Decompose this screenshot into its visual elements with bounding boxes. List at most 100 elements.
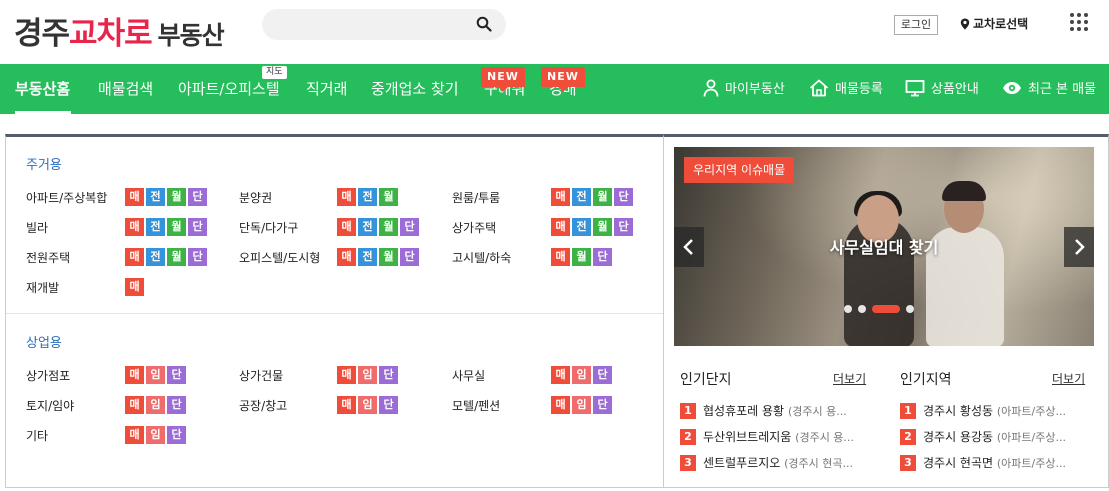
tag-sale[interactable]: 매 (337, 396, 356, 414)
pagination-dot[interactable] (906, 305, 914, 313)
tag-jeonse[interactable]: 전 (358, 218, 377, 236)
tag-lease[interactable]: 임 (572, 366, 591, 384)
tag-sale[interactable]: 매 (125, 366, 144, 384)
nav-product-info[interactable]: 상품안내 (905, 79, 979, 100)
category-commercial-building[interactable]: 상가건물 (239, 367, 283, 384)
category-land[interactable]: 토지/임야 (26, 397, 74, 414)
pagination-dot[interactable] (844, 305, 852, 313)
tag-sale[interactable]: 매 (125, 396, 144, 414)
tag-complex[interactable]: 단 (188, 248, 207, 266)
tag-lease[interactable]: 임 (358, 366, 377, 384)
category-redevelopment[interactable]: 재개발 (26, 279, 59, 296)
tag-sale[interactable]: 매 (337, 366, 356, 384)
tag-sale[interactable]: 매 (125, 188, 144, 206)
tag-sale[interactable]: 매 (551, 396, 570, 414)
popular-region-item[interactable]: 3 경주시 현곡면 (아파트/주상... (900, 454, 1066, 472)
tag-complex[interactable]: 단 (614, 188, 633, 206)
tag-complex[interactable]: 단 (167, 366, 186, 384)
tag-lease[interactable]: 임 (146, 396, 165, 414)
tag-lease[interactable]: 임 (572, 396, 591, 414)
tag-sale[interactable]: 매 (337, 218, 356, 236)
category-office[interactable]: 사무실 (452, 367, 485, 384)
tag-complex[interactable]: 단 (593, 396, 612, 414)
tag-sale[interactable]: 매 (551, 218, 570, 236)
banner-prev-button[interactable] (674, 227, 704, 267)
tag-sale[interactable]: 매 (337, 248, 356, 266)
tag-sale[interactable]: 매 (337, 188, 356, 206)
login-button[interactable]: 로그인 (894, 15, 938, 35)
popular-region-more-link[interactable]: 더보기 (1052, 370, 1085, 387)
popular-complex-item[interactable]: 3 센트럴푸르지오 (경주시 현곡... (680, 454, 853, 472)
tag-monthly[interactable]: 월 (593, 218, 612, 236)
category-etc[interactable]: 기타 (26, 427, 48, 444)
tag-sale[interactable]: 매 (551, 188, 570, 206)
search-icon[interactable] (476, 16, 492, 32)
site-logo[interactable]: 경주교차로 부동산 (14, 8, 225, 53)
tag-complex[interactable]: 단 (167, 396, 186, 414)
nav-item-agency-search[interactable]: 중개업소 찾기 (371, 79, 459, 99)
region-select-button[interactable]: 교차로선택 (960, 15, 1028, 33)
tag-monthly[interactable]: 월 (593, 188, 612, 206)
category-presale[interactable]: 분양권 (239, 189, 272, 206)
nav-item-direct-deal[interactable]: 직거래 (306, 79, 347, 99)
category-villa[interactable]: 빌라 (26, 219, 48, 236)
tag-monthly[interactable]: 월 (379, 218, 398, 236)
tag-lease[interactable]: 임 (146, 366, 165, 384)
tag-jeonse[interactable]: 전 (572, 188, 591, 206)
apps-grid-icon[interactable] (1070, 13, 1088, 33)
category-oneroom[interactable]: 원룸/투룸 (452, 189, 500, 206)
tag-sale[interactable]: 매 (551, 248, 570, 266)
tag-lease[interactable]: 임 (358, 396, 377, 414)
category-boarding-house[interactable]: 고시텔/하숙 (452, 249, 511, 266)
tag-sale[interactable]: 매 (551, 366, 570, 384)
tag-jeonse[interactable]: 전 (358, 188, 377, 206)
nav-item-home[interactable]: 부동산홈 (15, 79, 70, 99)
category-apartment[interactable]: 아파트/주상복합 (26, 189, 107, 206)
search-input[interactable] (262, 9, 506, 40)
tag-sale[interactable]: 매 (125, 278, 144, 296)
tag-complex[interactable]: 단 (188, 188, 207, 206)
promo-banner[interactable]: 우리지역 이슈매물 사무실임대 찾기 (674, 147, 1094, 346)
tag-complex[interactable]: 단 (593, 248, 612, 266)
nav-register-listing[interactable]: 매물등록 (809, 79, 883, 100)
tag-lease[interactable]: 임 (146, 426, 165, 444)
tag-monthly[interactable]: 월 (379, 188, 398, 206)
tag-jeonse[interactable]: 전 (572, 218, 591, 236)
nav-item-request[interactable]: NEW 구해줘 (481, 67, 525, 99)
popular-complex-item[interactable]: 2 두산위브트레지움 (경주시 용... (680, 428, 854, 446)
category-detached-house[interactable]: 단독/다가구 (239, 219, 298, 236)
popular-region-item[interactable]: 2 경주시 용강동 (아파트/주상... (900, 428, 1066, 446)
category-store[interactable]: 상가점포 (26, 367, 70, 384)
tag-sale[interactable]: 매 (125, 426, 144, 444)
category-country-house[interactable]: 전원주택 (26, 249, 70, 266)
tag-jeonse[interactable]: 전 (146, 248, 165, 266)
category-officetel[interactable]: 오피스텔/도시형 (239, 249, 320, 266)
tag-jeonse[interactable]: 전 (146, 188, 165, 206)
banner-next-button[interactable] (1064, 227, 1094, 267)
tag-jeonse[interactable]: 전 (146, 218, 165, 236)
tag-monthly[interactable]: 월 (167, 248, 186, 266)
tag-monthly[interactable]: 월 (167, 218, 186, 236)
nav-item-search[interactable]: 매물검색 (98, 79, 153, 99)
nav-item-auction[interactable]: NEW 경매 (541, 67, 585, 99)
tag-complex[interactable]: 단 (400, 248, 419, 266)
category-shop-house[interactable]: 상가주택 (452, 219, 496, 236)
tag-complex[interactable]: 단 (593, 366, 612, 384)
tag-complex[interactable]: 단 (167, 426, 186, 444)
tag-complex[interactable]: 단 (188, 218, 207, 236)
tag-jeonse[interactable]: 전 (358, 248, 377, 266)
tag-complex[interactable]: 단 (614, 218, 633, 236)
popular-complex-item[interactable]: 1 협성휴포레 용황 (경주시 용... (680, 402, 847, 420)
nav-recent-listings[interactable]: 최근 본 매물 (1002, 79, 1096, 100)
tag-sale[interactable]: 매 (125, 218, 144, 236)
tag-sale[interactable]: 매 (125, 248, 144, 266)
category-factory[interactable]: 공장/창고 (239, 397, 287, 414)
tag-monthly[interactable]: 월 (167, 188, 186, 206)
pagination-dot-active[interactable] (872, 305, 900, 313)
tag-monthly[interactable]: 월 (379, 248, 398, 266)
tag-monthly[interactable]: 월 (572, 248, 591, 266)
category-motel[interactable]: 모텔/펜션 (452, 397, 500, 414)
nav-item-apartment[interactable]: 아파트/오피스텔 (178, 79, 280, 99)
tag-complex[interactable]: 단 (400, 218, 419, 236)
popular-region-item[interactable]: 1 경주시 황성동 (아파트/주상... (900, 402, 1066, 420)
